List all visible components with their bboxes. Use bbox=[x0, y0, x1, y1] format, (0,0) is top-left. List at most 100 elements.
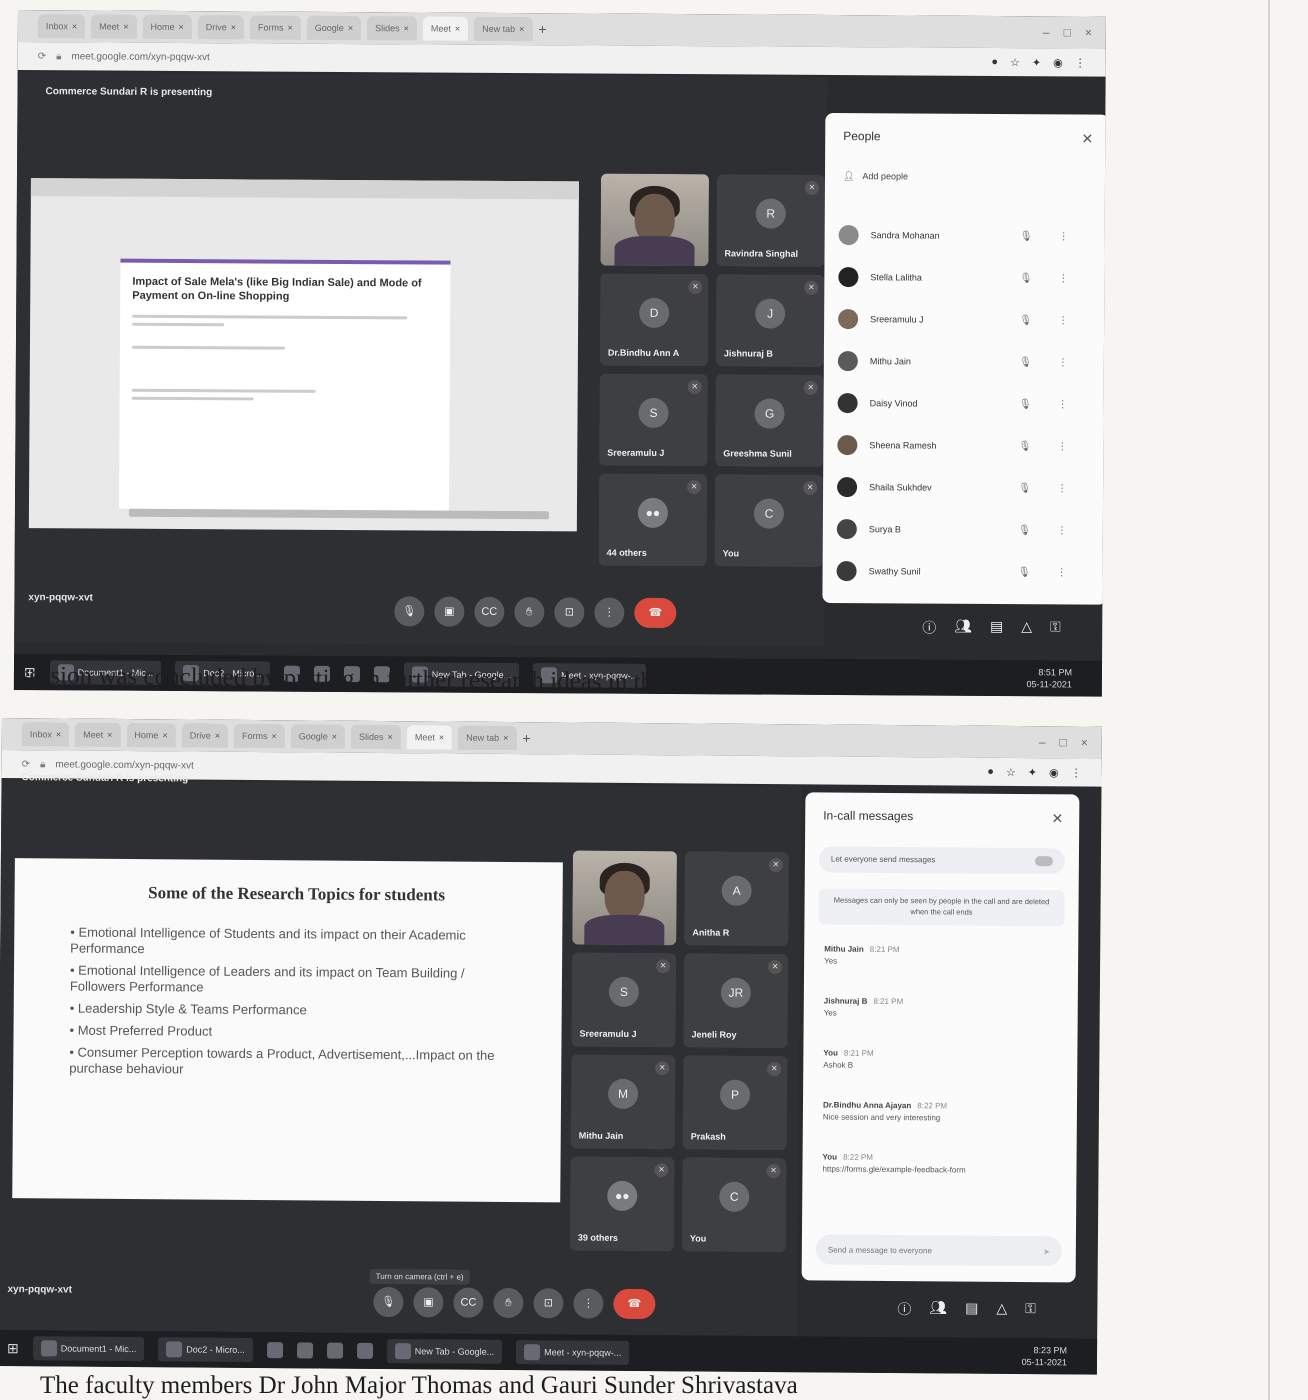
browser-tab[interactable]: Forms × bbox=[233, 723, 285, 749]
participant-tile[interactable]: M ✕ Mithu Jain bbox=[570, 1054, 676, 1150]
taskbar-item[interactable]: Doc2 - Micro... bbox=[158, 1337, 253, 1362]
more-options-icon[interactable]: ⋮ bbox=[1057, 525, 1067, 536]
participant-tile[interactable]: S ✕ Sreeramulu J bbox=[571, 952, 677, 1048]
browser-tab[interactable]: Slides × bbox=[367, 16, 417, 41]
close-icon[interactable]: × bbox=[503, 733, 508, 743]
close-icon[interactable]: × bbox=[271, 731, 276, 741]
star-icon[interactable]: ☆ bbox=[1010, 56, 1020, 69]
more-options-icon[interactable]: ⋮ bbox=[1058, 315, 1068, 326]
participant-tile[interactable] bbox=[572, 850, 677, 946]
close-icon[interactable]: × bbox=[162, 730, 167, 740]
participant-tile[interactable]: P ✕ Prakash bbox=[682, 1055, 788, 1151]
close-icon[interactable]: × bbox=[288, 23, 293, 33]
chat-icon[interactable]: ▤ bbox=[965, 1300, 978, 1320]
muted-mic-icon[interactable]: 🎙︎ bbox=[1020, 273, 1033, 284]
participant-row[interactable]: Sheena Ramesh 🎙︎ ⋮ bbox=[837, 435, 1067, 456]
close-icon[interactable]: × bbox=[72, 21, 77, 31]
browser-tab[interactable]: Google × bbox=[306, 15, 362, 41]
more-options-icon[interactable]: ⋮ bbox=[1057, 567, 1067, 578]
muted-mic-icon[interactable]: 🎙︎ bbox=[1018, 483, 1031, 494]
maximize-icon[interactable]: □ bbox=[1064, 25, 1071, 39]
new-tab-icon[interactable]: + bbox=[538, 21, 546, 37]
menu-icon[interactable]: ⋮ bbox=[1071, 766, 1082, 779]
mail-icon[interactable] bbox=[356, 1342, 373, 1359]
url-text[interactable]: meet.google.com/xyn-pqqw-xvt bbox=[55, 759, 193, 771]
muted-mic-icon[interactable]: 🎙︎ bbox=[1019, 315, 1032, 326]
close-icon[interactable]: × bbox=[231, 22, 236, 32]
raise-hand-icon[interactable]: ✋︎ bbox=[493, 1287, 524, 1319]
muted-mic-icon[interactable]: 🎙︎ bbox=[1018, 567, 1031, 578]
mic-icon[interactable]: 🎙︎ bbox=[373, 1286, 404, 1318]
close-icon[interactable]: × bbox=[455, 24, 460, 34]
participant-tile[interactable]: ●● ✕ 44 others bbox=[598, 473, 708, 567]
profile-icon[interactable]: ◉ bbox=[1053, 56, 1063, 69]
add-people-button[interactable]: 👤︎ Add people bbox=[843, 171, 908, 182]
participant-row[interactable]: Mithu Jain 🎙︎ ⋮ bbox=[837, 351, 1068, 372]
windows-start-icon[interactable]: ⊞ bbox=[7, 1340, 19, 1357]
explorer-icon[interactable] bbox=[296, 1342, 313, 1359]
url-text[interactable]: meet.google.com/xyn-pqqw-xvt bbox=[71, 51, 209, 63]
raise-hand-icon[interactable]: ✋︎ bbox=[514, 597, 545, 628]
browser-tab[interactable]: Meet × bbox=[75, 722, 121, 747]
more-options-icon[interactable]: ⋮ bbox=[1057, 483, 1067, 494]
message-input[interactable]: Send a message to everyone ➤ bbox=[815, 1234, 1062, 1267]
participant-row[interactable]: Sreeramulu J 🎙︎ ⋮ bbox=[838, 309, 1068, 330]
toggle-switch-icon[interactable] bbox=[1034, 856, 1053, 867]
muted-mic-icon[interactable]: 🎙︎ bbox=[1019, 441, 1032, 452]
participant-tile[interactable]: D ✕ Dr.Bindhu Ann A bbox=[599, 273, 709, 367]
muted-mic-icon[interactable]: 🎙︎ bbox=[1020, 231, 1033, 242]
participant-tile[interactable]: S ✕ Sreeramulu J bbox=[599, 373, 708, 467]
end-call-button[interactable]: ☎︎ bbox=[634, 597, 677, 629]
minimize-icon[interactable]: – bbox=[1043, 25, 1050, 39]
mic-icon[interactable]: 🎙︎ bbox=[394, 596, 425, 627]
browser-tab[interactable]: New tab × bbox=[458, 725, 517, 751]
participant-tile[interactable]: G ✕ Greeshma Sunil bbox=[715, 374, 824, 467]
present-icon[interactable]: ⊡ bbox=[554, 597, 585, 628]
activities-icon[interactable]: △ bbox=[996, 1300, 1007, 1320]
window-close-icon[interactable]: × bbox=[1085, 26, 1092, 40]
participant-tile[interactable]: A ✕ Anitha R bbox=[684, 851, 789, 947]
close-icon[interactable]: ✕ bbox=[1081, 130, 1093, 147]
participant-row[interactable]: Daisy Vinod 🎙︎ ⋮ bbox=[837, 393, 1068, 414]
close-icon[interactable]: × bbox=[332, 732, 337, 742]
close-icon[interactable]: ✕ bbox=[1051, 810, 1063, 827]
more-options-icon[interactable]: ⋮ bbox=[1057, 441, 1067, 452]
people-icon[interactable]: 👥︎ bbox=[929, 1299, 947, 1319]
info-icon[interactable]: ⓘ bbox=[922, 618, 936, 638]
chat-icon[interactable]: ▤ bbox=[990, 618, 1003, 638]
browser-tab[interactable]: Meet × bbox=[91, 14, 137, 39]
menu-icon[interactable]: ⋮ bbox=[1075, 56, 1086, 69]
captions-icon[interactable]: CC bbox=[474, 596, 505, 627]
taskbar-item[interactable]: Meet - xyn-pqqw-... bbox=[516, 1340, 630, 1365]
host-controls-icon[interactable]: ⚿ bbox=[1050, 618, 1061, 638]
taskbar-item[interactable]: Document1 - Mic... bbox=[32, 1336, 145, 1362]
star-icon[interactable]: ☆ bbox=[1006, 765, 1016, 778]
close-icon[interactable]: × bbox=[123, 22, 128, 32]
muted-mic-icon[interactable]: 🎙︎ bbox=[1018, 525, 1031, 536]
activities-icon[interactable]: △ bbox=[1021, 618, 1032, 638]
end-call-button[interactable]: ☎︎ bbox=[613, 1288, 656, 1320]
camera-indicator-icon[interactable]: ● bbox=[991, 55, 998, 68]
participant-tile[interactable]: JR ✕ Jeneli Roy bbox=[683, 953, 789, 1049]
camera-icon[interactable]: ▣ bbox=[434, 596, 465, 627]
browser-tab[interactable]: New tab × bbox=[474, 16, 533, 42]
taskbar-item[interactable]: New Tab - Google... bbox=[386, 1339, 503, 1364]
close-icon[interactable]: × bbox=[348, 23, 353, 33]
message-permission-toggle[interactable]: Let everyone send messages bbox=[818, 846, 1066, 875]
close-icon[interactable]: × bbox=[215, 731, 220, 741]
close-icon[interactable]: × bbox=[56, 729, 61, 739]
more-options-icon[interactable]: ⋮ bbox=[594, 597, 625, 628]
participant-tile[interactable]: ●● ✕ 39 others bbox=[569, 1156, 675, 1252]
close-icon[interactable]: × bbox=[404, 23, 409, 33]
more-options-icon[interactable]: ⋮ bbox=[1059, 231, 1069, 242]
extension-icon[interactable]: ✦ bbox=[1032, 56, 1041, 69]
browser-tab[interactable]: Drive × bbox=[197, 15, 245, 40]
present-icon[interactable]: ⊡ bbox=[533, 1288, 564, 1319]
new-tab-icon[interactable]: + bbox=[522, 730, 530, 746]
participant-row[interactable]: Surya B 🎙︎ ⋮ bbox=[836, 519, 1067, 540]
browser-tab[interactable]: Home × bbox=[142, 14, 192, 40]
participant-tile[interactable] bbox=[600, 173, 710, 267]
muted-mic-icon[interactable]: 🎙︎ bbox=[1019, 357, 1032, 368]
window-close-icon[interactable]: × bbox=[1081, 735, 1088, 749]
reload-icon[interactable]: ⟳ bbox=[22, 759, 30, 770]
